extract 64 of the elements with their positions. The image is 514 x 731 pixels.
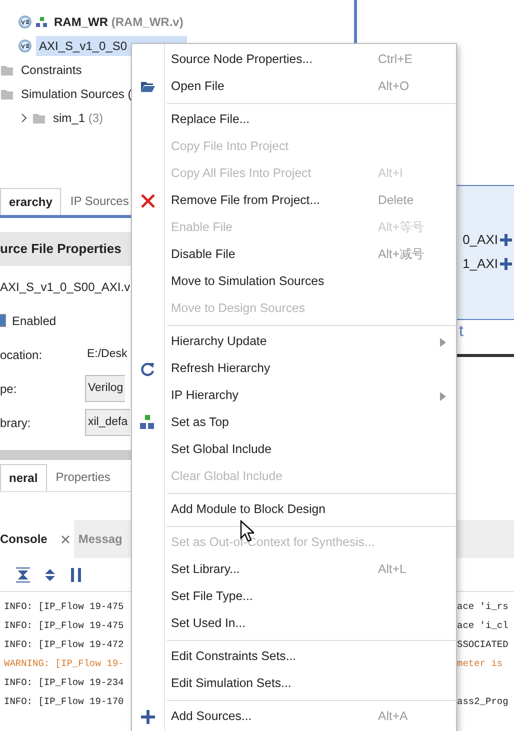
log-line: ace 'i_rs — [457, 600, 508, 614]
tree-item[interactable]: RAM_WR (RAM_WR.v) — [51, 12, 186, 32]
folder-icon — [0, 87, 14, 101]
menu-item[interactable]: IP Hierarchy — [132, 382, 456, 409]
diagram-text: t — [459, 322, 464, 342]
log-line: ace 'i_cl — [457, 619, 508, 634]
dropdown[interactable]: Verilog — [85, 374, 126, 402]
console-tab[interactable]: Console — [0, 520, 74, 558]
verilog-file-icon — [18, 39, 32, 53]
remove-icon — [140, 192, 156, 208]
menu-item[interactable]: Replace File... — [132, 106, 456, 133]
panel-tab[interactable]: neral — [0, 464, 47, 490]
menu-item[interactable]: Open File Alt+O — [132, 73, 456, 100]
plus-icon[interactable] — [500, 258, 512, 270]
menu-item[interactable]: Set Library... Alt+L — [132, 556, 456, 583]
tree-item[interactable]: Constraints — [18, 60, 85, 80]
field-label: pe: — [0, 380, 18, 398]
log-line: INFO: [IP_Flow 19-475 — [3, 600, 124, 614]
menu-item[interactable]: Edit Constraints Sets... — [132, 643, 456, 670]
collapse-all-icon[interactable] — [16, 566, 30, 582]
menu-item[interactable]: Set Global Include — [132, 436, 456, 463]
hierarchy-icon — [36, 17, 47, 27]
menu-item[interactable]: Edit Simulation Sets... — [132, 670, 456, 697]
chevron-right-icon[interactable] — [20, 113, 28, 123]
menu-item[interactable]: Hierarchy Update — [132, 328, 456, 355]
port-label: 0_AXI — [462, 231, 498, 250]
hierarchy-icon — [140, 414, 156, 430]
port-label: 1_AXI — [462, 255, 498, 274]
menu-item[interactable]: Add Module to Block Design — [132, 496, 456, 523]
tree-item[interactable]: Simulation Sources ( — [18, 84, 135, 104]
menu-item[interactable]: Set Used In... — [132, 610, 456, 637]
refresh-icon — [140, 360, 156, 376]
expand-all-icon[interactable] — [44, 566, 56, 582]
panel-tab[interactable]: Properties — [46, 462, 120, 490]
dropdown[interactable]: xil_defa — [85, 408, 130, 436]
plus-icon — [140, 708, 156, 724]
menu-item[interactable]: Remove File from Project... Delete — [132, 187, 456, 214]
menu-item[interactable]: Refresh Hierarchy — [132, 355, 456, 382]
folder-icon — [0, 63, 14, 77]
log-line: INFO: [IP_Flow 19-472 — [3, 638, 124, 652]
pause-icon[interactable] — [70, 566, 82, 582]
log-line: WARNING: [IP_Flow 19- — [3, 657, 124, 672]
log-line: meter is — [457, 657, 503, 672]
verilog-file-icon — [18, 15, 32, 29]
field-label: ocation: — [0, 346, 44, 364]
folder-icon — [32, 111, 46, 125]
field-value: E:/Desk — [86, 346, 128, 362]
menu-item[interactable]: Set as Top — [132, 409, 456, 436]
menu-item[interactable]: Add Sources... Alt+A — [132, 703, 456, 730]
close-icon[interactable] — [61, 535, 70, 544]
panel-tab[interactable]: erarchy — [0, 188, 62, 215]
tree-item[interactable]: sim_1 (3) — [50, 108, 106, 128]
checkbox-label: Enabled — [12, 312, 56, 330]
log-line: ass2_Prog — [457, 695, 508, 710]
log-line: INFO: [IP_Flow 19-234 — [3, 676, 124, 690]
menu-item[interactable]: Set File Type... — [132, 583, 456, 610]
log-line: INFO: [IP_Flow 19-170 — [3, 695, 124, 710]
log-line: SSOCIATED — [457, 638, 508, 652]
field-label: brary: — [0, 414, 32, 432]
plus-icon[interactable] — [500, 234, 512, 246]
file-name: AXI_S_v1_0_S00_AXI.v — [0, 278, 130, 296]
menu-item[interactable]: Move to Simulation Sources — [132, 268, 456, 295]
checkbox[interactable] — [0, 314, 6, 327]
log-line: INFO: [IP_Flow 19-475 — [3, 619, 124, 634]
